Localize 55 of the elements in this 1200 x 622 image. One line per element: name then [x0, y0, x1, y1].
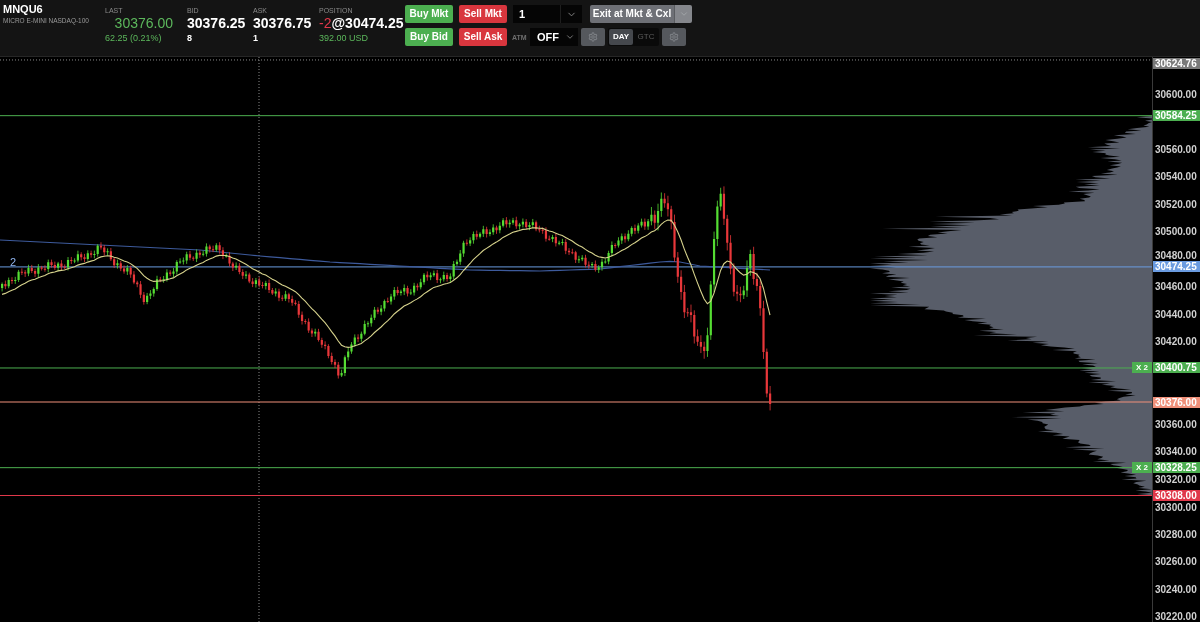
position-quantity: -2 [319, 15, 332, 32]
axis-tick-label: 30460.00 [1155, 281, 1197, 292]
axis-tick-label: 30280.00 [1155, 528, 1197, 540]
axis-tick-label: 30420.00 [1155, 336, 1197, 347]
quote-detail: 8 [187, 33, 193, 44]
instrument-symbol: MNQU6 [3, 3, 44, 16]
position-price: @30474.25 [331, 15, 404, 32]
settings-button[interactable] [581, 28, 605, 46]
axis-tick-label: 30220.00 [1155, 610, 1197, 622]
atm-select[interactable]: OFF [530, 28, 578, 46]
position-marker: 2 [10, 257, 17, 268]
quantity-dropdown-button[interactable] [560, 5, 582, 23]
axis-tick-label: 30320.00 [1155, 473, 1197, 485]
quantity-tag[interactable]: X 2 [1132, 362, 1152, 374]
exit-dropdown-button[interactable] [674, 5, 692, 23]
price-label: 30376.00 [1153, 396, 1200, 408]
quote-value: 30376.75 [253, 15, 313, 32]
axis-tick-label: 30540.00 [1155, 171, 1197, 182]
position-pnl: 392.00 USD [319, 33, 370, 44]
exit-button[interactable]: Exit at Mkt & Cxl [590, 5, 674, 23]
axis-tick-label: 30360.00 [1155, 418, 1197, 430]
crosshair-price-label: 30624.76 [1153, 57, 1200, 69]
quote-value: 30376.25 [187, 15, 247, 32]
order-button[interactable]: Buy Mkt [405, 5, 453, 23]
order-button[interactable]: Sell Ask [459, 28, 507, 46]
chevron-down-icon [565, 32, 575, 42]
settings-icon [588, 32, 598, 42]
axis-tick-label: 30500.00 [1155, 226, 1197, 237]
quantity-tag[interactable]: X 2 [1132, 462, 1152, 474]
axis-tick-label: 30300.00 [1155, 501, 1197, 513]
price-level-line[interactable] [0, 266, 1152, 268]
quote-detail: 62.25 (0.21%) [105, 33, 163, 44]
price-label: 30474.25 [1153, 261, 1200, 273]
axis-tick-label: 30340.00 [1155, 446, 1197, 457]
axis-tick-label: 30600.00 [1155, 88, 1197, 100]
axis-tick-label: 30440.00 [1155, 308, 1197, 320]
price-label: 30400.75 [1153, 362, 1200, 374]
axis-tick-label: 30480.00 [1155, 249, 1197, 261]
order-button[interactable]: Sell Mkt [459, 5, 507, 23]
time-in-force-option[interactable]: GTC [634, 29, 658, 45]
price-label: 30308.00 [1153, 490, 1200, 501]
quote-value: 30376.00 [113, 15, 173, 32]
order-button[interactable]: Buy Bid [405, 28, 453, 46]
price-level-line[interactable] [0, 115, 1152, 117]
time-in-force-option[interactable]: DAY [609, 29, 633, 45]
settings-button[interactable] [662, 28, 686, 46]
quote-detail: 1 [253, 33, 259, 44]
settings-icon [669, 32, 679, 42]
axis-tick-label: 30520.00 [1155, 198, 1197, 210]
axis-tick-label: 30240.00 [1155, 583, 1197, 595]
price-label: 30328.25 [1153, 462, 1200, 474]
axis-tick-label: 30260.00 [1155, 556, 1197, 567]
price-label: 30584.25 [1153, 110, 1200, 122]
axis-tick-label: 30560.00 [1155, 143, 1197, 155]
quantity-field[interactable]: 1 [513, 5, 560, 23]
